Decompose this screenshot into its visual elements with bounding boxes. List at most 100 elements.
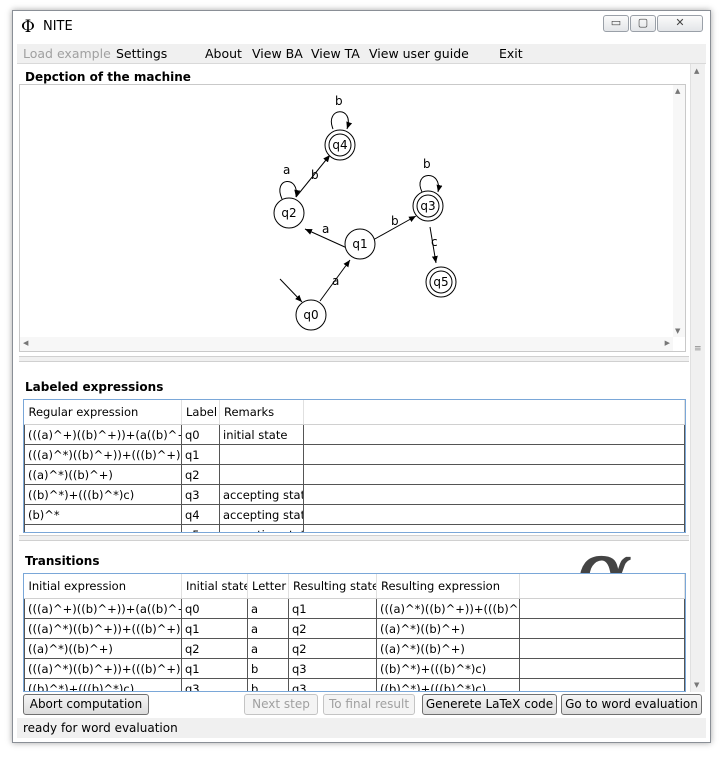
maximize-button[interactable]: ▢ xyxy=(630,15,656,32)
canvas-vertical-scrollbar[interactable]: ▲ ▼ xyxy=(673,85,685,337)
table-cell[interactable]: q1 xyxy=(288,598,377,619)
edge-label-q3-q5: c xyxy=(431,235,438,249)
table-cell[interactable]: a xyxy=(247,618,289,639)
menu-settings[interactable]: Settings xyxy=(116,46,167,61)
col-resulting-state[interactable]: Resulting state xyxy=(288,574,377,599)
loop-q3 xyxy=(419,175,443,193)
scroll-right-icon[interactable]: ▶ xyxy=(665,339,670,347)
main-vertical-scrollbar[interactable]: ▲ ≡ ▼ xyxy=(690,64,705,692)
main-scroll-thumb-grip-icon[interactable]: ≡ xyxy=(694,344,702,354)
table-cell[interactable]: initial state xyxy=(219,424,304,445)
table-row[interactable]: (((a)^*)((b)^+))+(((b)^+)c) q1 xyxy=(24,444,685,465)
table-cell[interactable]: q0 xyxy=(181,598,248,619)
table-row[interactable]: (((a)^*)((b)^+))+(((b)^+)c) q1 b q3 ((b)^*)+… xyxy=(24,658,685,679)
go-to-word-evaluation-button[interactable]: Go to word evaluation xyxy=(561,694,702,715)
scroll-left-icon[interactable]: ◀ xyxy=(23,339,28,347)
col-initial-state[interactable]: Initial state xyxy=(181,574,248,599)
table-cell[interactable]: ((b)^*)+(((b)^*)c) xyxy=(376,658,520,679)
table-cell[interactable]: (((a)^*)((b)^+))+(((b)^+)c) xyxy=(24,618,182,639)
menu-view-user-guide[interactable]: View user guide xyxy=(369,46,469,61)
table-cell[interactable]: ((a)^*)((b)^+) xyxy=(376,638,520,659)
next-step-button[interactable]: Next step xyxy=(244,694,318,715)
table-cell[interactable]: (((a)^+)((b)^+))+(a((b)^+)c) xyxy=(24,424,182,445)
menu-about[interactable]: About xyxy=(205,46,242,61)
table-cell[interactable] xyxy=(219,444,304,465)
canvas-horizontal-scrollbar[interactable]: ◀ ▶ xyxy=(20,337,673,351)
table-cell[interactable]: q4 xyxy=(181,504,220,525)
main-scroll-down-icon[interactable]: ▼ xyxy=(694,681,699,689)
close-button[interactable]: ✕ xyxy=(657,15,703,32)
table-row[interactable]: (((a)^+)((b)^+))+(a((b)^+)c)q0initial st… xyxy=(24,424,685,445)
table-cell[interactable]: b xyxy=(247,678,289,691)
minimize-icon: ▭ xyxy=(610,16,622,29)
table-cell[interactable]: q2 xyxy=(288,618,377,639)
abort-computation-button[interactable]: Abort computation xyxy=(23,694,149,715)
table-cell[interactable]: accepting state xyxy=(219,524,304,532)
table-cell[interactable]: (((a)^*)((b)^+))+(((b)^+)c) xyxy=(376,598,520,619)
col-label[interactable]: Label xyxy=(181,400,220,425)
table-cell[interactable]: q3 xyxy=(181,484,220,505)
table-cell[interactable]: a xyxy=(247,598,289,619)
table-cell[interactable]: (b)^* xyxy=(24,504,182,525)
table-cell[interactable]: ((b)^*)+(((b)^*)c) xyxy=(24,484,182,505)
table-cell-filler xyxy=(519,678,685,691)
table-cell[interactable]: q2 xyxy=(288,638,377,659)
table-row[interactable]: ((b)^*)+(((b)^*)c) q3 accepting state xyxy=(24,484,685,505)
table-cell[interactable]: q3 xyxy=(288,678,377,691)
menu-view-ta[interactable]: View TA xyxy=(311,46,360,61)
table-cell[interactable]: q1 xyxy=(181,658,248,679)
transitions-table-container: Initial expression Initial state Letter … xyxy=(23,573,686,692)
menu-load-example[interactable]: Load example xyxy=(23,46,111,61)
table-cell[interactable]: b xyxy=(247,658,289,679)
minimize-button[interactable]: ▭ xyxy=(603,15,629,32)
table-cell[interactable]: q0 xyxy=(181,424,220,445)
splitter-top[interactable] xyxy=(19,356,689,362)
table-cell[interactable]: q1 xyxy=(181,444,220,465)
scroll-down-icon[interactable]: ▼ xyxy=(675,327,680,335)
state-q1: q1 xyxy=(344,228,376,260)
table-row[interactable]: (((a)^+)((b)^+))+(a((b)^+)c)q0aq1(((a)^*… xyxy=(24,598,685,619)
table-cell[interactable]: ((b)^*)+(((b)^*)c) xyxy=(376,678,520,691)
table-cell[interactable]: a xyxy=(247,638,289,659)
table-cell[interactable]: q2 xyxy=(181,638,248,659)
generate-latex-button[interactable]: Generete LaTeX code xyxy=(422,694,557,715)
table-cell[interactable]: q3 xyxy=(288,658,377,679)
table-cell[interactable]: ((a)^*)((b)^+) xyxy=(24,464,182,485)
table-row[interactable]: ((a)^*)((b)^+) q2 xyxy=(24,464,685,485)
table-cell[interactable]: ((a)^*)((b)^+) xyxy=(376,618,520,639)
col-letter[interactable]: Letter xyxy=(247,574,289,599)
to-final-result-button[interactable]: To final result xyxy=(323,694,415,715)
menu-view-ba[interactable]: View BA xyxy=(252,46,303,61)
state-q5: q5 xyxy=(425,266,457,298)
table-row[interactable]: ((a)^*)((b)^+) q2 a q2 ((a)^*)((b)^+) xyxy=(24,638,685,659)
col-resulting-expression[interactable]: Resulting expression xyxy=(376,574,520,599)
col-initial-expression[interactable]: Initial expression xyxy=(24,574,182,599)
status-text: ready for word evaluation xyxy=(23,721,178,735)
menu-exit[interactable]: Exit xyxy=(499,46,523,61)
scroll-up-icon[interactable]: ▲ xyxy=(675,87,680,95)
table-cell[interactable] xyxy=(219,464,304,485)
table-cell[interactable]: . xyxy=(24,524,182,532)
table-cell[interactable]: q2 xyxy=(181,464,220,485)
initial-arrow xyxy=(279,278,303,303)
col-remarks[interactable]: Remarks xyxy=(219,400,304,425)
col-filler xyxy=(519,574,685,599)
table-cell[interactable]: ((a)^*)((b)^+) xyxy=(24,638,182,659)
main-scroll-up-icon[interactable]: ▲ xyxy=(694,67,699,75)
table-cell[interactable]: accepting state xyxy=(219,504,304,525)
table-cell[interactable]: (((a)^*)((b)^+))+(((b)^+)c) xyxy=(24,658,182,679)
col-regular-expression[interactable]: Regular expression xyxy=(24,400,182,425)
svg-text:q5: q5 xyxy=(433,275,448,289)
table-cell-filler xyxy=(303,464,685,485)
table-cell[interactable]: (((a)^*)((b)^+))+(((b)^+)c) xyxy=(24,444,182,465)
table-cell-filler xyxy=(519,658,685,679)
table-row[interactable]: (((a)^*)((b)^+))+(((b)^+)c) q1 a q2 ((a)^*)(… xyxy=(24,618,685,639)
machine-section-title: Depction of the machine xyxy=(25,70,191,84)
table-cell[interactable]: (((a)^+)((b)^+))+(a((b)^+)c) xyxy=(24,598,182,619)
table-cell[interactable]: q3 xyxy=(181,678,248,691)
table-cell[interactable]: ((b)^*)+(((b)^*)c) xyxy=(24,678,182,691)
table-cell[interactable]: q5 xyxy=(181,524,220,532)
table-row[interactable]: ((b)^*)+(((b)^*)c) q3 b q3 ((b)^*)+(((b)^*)c… xyxy=(24,678,685,691)
table-cell[interactable]: accepting state xyxy=(219,484,304,505)
table-cell[interactable]: q1 xyxy=(181,618,248,639)
